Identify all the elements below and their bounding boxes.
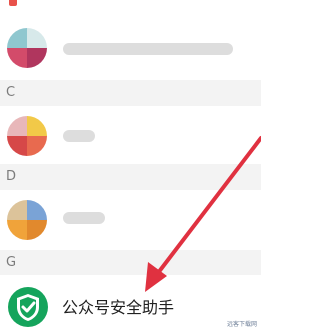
section-header-d: D [0,164,261,190]
shield-check-icon [8,287,48,327]
red-badge-remnant [9,0,17,6]
contact-row-2[interactable] [0,106,261,164]
security-assistant-row[interactable]: 公众号安全助手 [0,275,261,332]
section-letter-g: G [6,255,17,270]
section-letter-c: C [6,85,16,100]
section-letter-d: D [6,169,17,184]
contact-name-blurred-1 [63,43,233,55]
contact-name-blurred-3 [63,212,105,224]
contact-row-3[interactable] [0,190,261,246]
assistant-name: 公众号安全助手 [62,298,175,317]
contact-row-1[interactable] [0,16,261,80]
contact-name-blurred-2 [63,130,95,142]
contact-avatar-3 [7,200,47,240]
contact-avatar-2 [7,116,47,156]
section-header-c: C [0,80,261,106]
contact-avatar-1 [7,28,47,68]
watermark: 远客下载网 [226,321,257,328]
top-row-remnant [0,0,261,10]
section-header-g: G [0,250,261,276]
